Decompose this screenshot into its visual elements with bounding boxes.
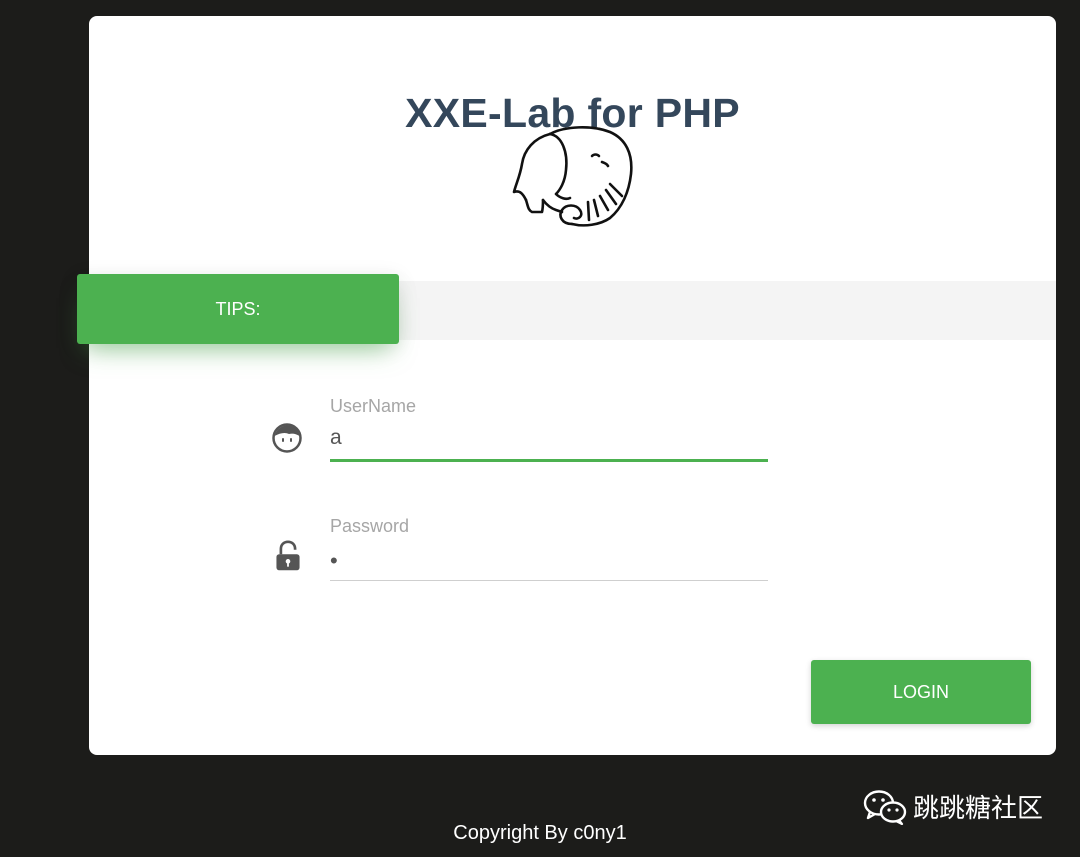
username-input[interactable] <box>330 418 768 459</box>
elephant-logo-icon <box>512 126 633 227</box>
user-face-icon <box>272 423 302 453</box>
password-field: Password • <box>330 516 768 581</box>
watermark: 跳跳糖社区 <box>863 788 1043 825</box>
username-field: UserName <box>330 396 768 462</box>
watermark-text: 跳跳糖社区 <box>913 793 1044 823</box>
wechat-icon <box>863 789 907 825</box>
copyright-text: Copyright By c0ny1 <box>453 822 627 844</box>
password-underline <box>330 580 768 581</box>
login-card: XXE-Lab for PHP TIPS: UserName a Passwor… <box>77 16 1056 755</box>
tips-button[interactable]: TIPS: <box>77 274 399 344</box>
username-label: UserName <box>330 396 417 416</box>
password-label: Password <box>330 516 410 536</box>
login-button[interactable]: LOGIN <box>811 660 1031 724</box>
unlock-icon <box>276 540 300 571</box>
username-underline <box>330 459 768 462</box>
password-input[interactable]: • <box>330 538 768 580</box>
